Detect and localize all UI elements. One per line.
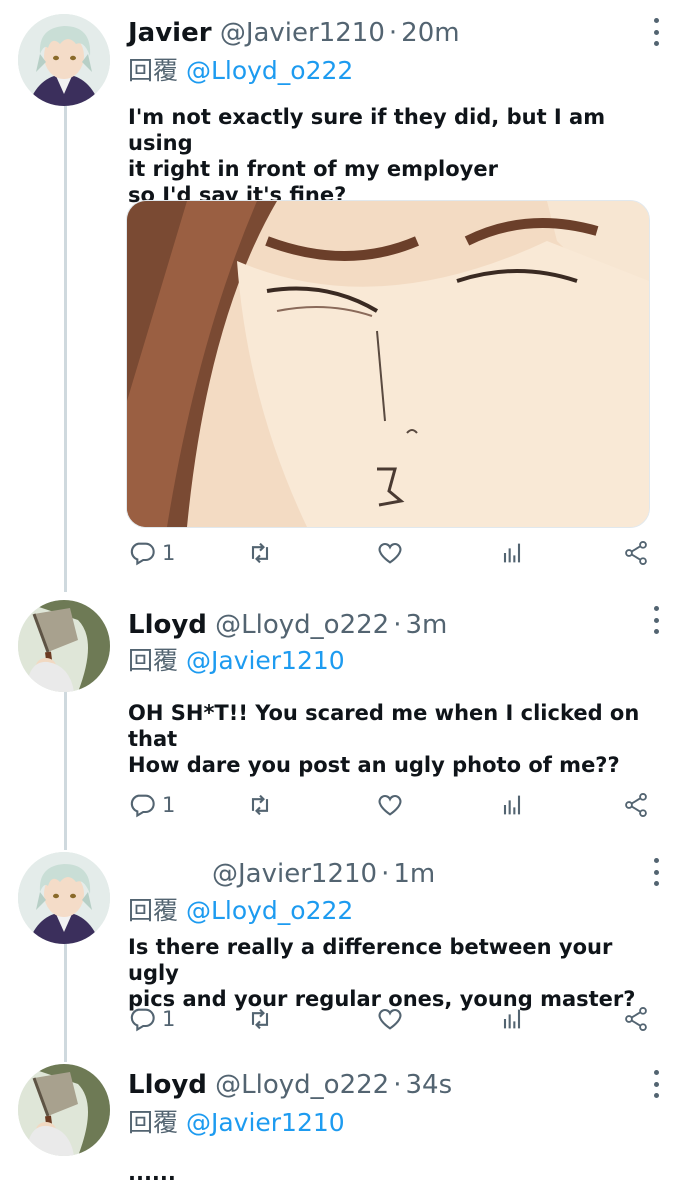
reply-count: 1 [162,793,176,817]
share-icon [625,540,647,566]
reply-context: 回覆 @Lloyd_o222 [128,894,353,928]
tweet[interactable]: Lloyd @Lloyd_o222 · 34s 回覆 @Javier1210 ...… [0,1064,695,1200]
tweet-text: I'm not exactly sure if they did, but I … [128,105,606,207]
user-handle[interactable]: @Javier1210 [212,859,377,889]
reply-icon [130,794,155,818]
tweet-header: Javier @Javier1210 · 20m [128,16,460,50]
like-button[interactable] [376,538,404,568]
separator-dot: · [388,18,398,48]
reply-prefix: 回覆 [128,56,179,85]
reply-context: 回覆 @Lloyd_o222 [128,54,353,88]
tweet-header: Lloyd @Lloyd_o222 · 34s [128,1068,452,1102]
reply-prefix: 回覆 [128,1108,179,1137]
views-button[interactable] [498,1004,526,1034]
user-handle[interactable]: @Javier1210 [220,18,385,48]
share-button[interactable] [622,790,650,820]
separator-dot: · [393,610,402,640]
share-icon [625,1006,647,1032]
user-handle[interactable]: @Lloyd_o222 [215,610,389,640]
reply-icon [130,542,155,566]
views-button[interactable] [498,790,526,820]
reply-to-link[interactable]: @Lloyd_o222 [186,56,353,85]
more-icon[interactable] [651,18,661,46]
views-icon [503,795,521,815]
separator-dot: · [393,1070,402,1100]
tweet-actions: 1 [128,1004,668,1034]
reply-to-link[interactable]: @Javier1210 [186,1108,345,1137]
reply-to-link[interactable]: @Javier1210 [186,646,345,675]
avatar-lloyd[interactable] [18,600,110,692]
tweet[interactable]: @Javier1210 · 1m 回覆 @Lloyd_o222 Is there r… [0,852,695,1042]
retweet-icon [251,542,269,564]
reply-count: 1 [162,541,176,565]
retweet-icon [251,794,269,816]
reply-context: 回覆 @Javier1210 [128,644,345,678]
tweet-text: OH SH*T!! You scared me when I clicked o… [128,701,640,777]
like-button[interactable] [376,790,404,820]
tweet-header: Lloyd @Lloyd_o222 · 3m [128,608,447,642]
like-button[interactable] [376,1004,404,1034]
retweet-button[interactable] [246,790,274,820]
share-button[interactable] [622,1004,650,1034]
avatar-lloyd[interactable] [18,1064,110,1156]
views-button[interactable] [498,538,526,568]
retweet-button[interactable] [246,1004,274,1034]
tweet-text: ...... [128,1161,176,1185]
share-button[interactable] [622,538,650,568]
tweet-text: Is there really a difference between you… [128,935,636,1011]
avatar-javier[interactable] [18,852,110,944]
timestamp[interactable]: 1m [393,859,435,889]
reply-button[interactable]: 1 [128,790,175,820]
tweet[interactable]: Javier @Javier1210 · 20m 回覆 @Lloyd_o222 I'… [0,14,695,584]
timestamp[interactable]: 20m [401,18,459,48]
retweet-button[interactable] [246,538,274,568]
timestamp[interactable]: 34s [405,1070,452,1100]
reply-context: 回覆 @Javier1210 [128,1106,345,1140]
share-icon [625,792,647,818]
like-icon [378,542,402,564]
tweet-header: @Javier1210 · 1m [212,857,435,891]
tweet-actions: 1 [128,790,668,820]
reply-prefix: 回覆 [128,896,179,925]
display-name[interactable]: Lloyd [128,1070,207,1100]
retweet-icon [251,1008,269,1030]
tweet-actions: 1 [128,538,668,568]
reply-to-link[interactable]: @Lloyd_o222 [186,896,353,925]
views-icon [503,1009,521,1029]
tweet-image[interactable] [126,200,650,528]
more-icon[interactable] [651,606,661,634]
like-icon [378,1008,402,1030]
reply-icon [130,1008,155,1032]
reply-button[interactable]: 1 [128,538,175,568]
reply-button[interactable]: 1 [128,1004,175,1034]
more-icon[interactable] [651,858,661,886]
like-icon [378,794,402,816]
display-name[interactable]: Javier [128,18,212,48]
timestamp[interactable]: 3m [405,610,447,640]
tweet[interactable]: Lloyd @Lloyd_o222 · 3m 回覆 @Javier1210 OH S… [0,600,695,830]
avatar-javier[interactable] [18,14,110,106]
more-icon[interactable] [651,1070,661,1098]
views-icon [503,543,521,563]
display-name[interactable]: Lloyd [128,610,207,640]
reply-prefix: 回覆 [128,646,179,675]
user-handle[interactable]: @Lloyd_o222 [215,1070,389,1100]
reply-count: 1 [162,1007,176,1031]
separator-dot: · [381,859,390,889]
